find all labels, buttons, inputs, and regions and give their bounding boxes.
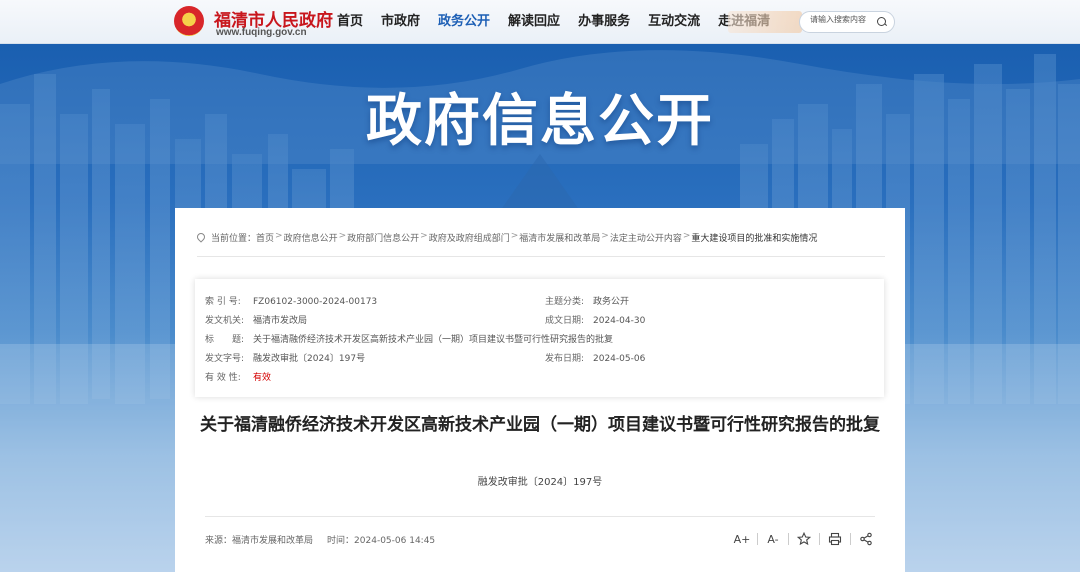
meta-index: 索 引 号: FZ06102-3000-2024-00173 — [205, 294, 377, 307]
breadcrumb-link[interactable]: 政府及政府组成部门 — [429, 231, 510, 244]
breadcrumb-separator: > — [338, 231, 347, 241]
article-tools: A+ A- — [733, 530, 875, 548]
breadcrumb: 当前位置： 首页 > 政府信息公开 > 政府部门信息公开 > 政府及政府组成部门 > 福清市发展… — [197, 231, 817, 244]
article-doc-number: 融发改审批〔2024〕197号 — [477, 477, 603, 488]
print-icon[interactable] — [826, 530, 844, 548]
breadcrumb-link[interactable]: 首页 — [256, 231, 274, 244]
search-input[interactable] — [810, 15, 874, 24]
article-footer: 来源：福清市发展和改革局 时间：2024-05-06 14:45 — [205, 533, 441, 546]
site-url[interactable]: www.fuqing.gov.cn — [216, 27, 307, 38]
search-box — [799, 11, 895, 33]
meta-topic-label: 主题分类: — [545, 297, 585, 307]
meta-topic: 主题分类: 政务公开 — [545, 294, 629, 307]
national-emblem-icon[interactable] — [174, 6, 204, 36]
font-decrease-icon[interactable]: A- — [764, 530, 782, 548]
search-icon[interactable] — [877, 17, 886, 26]
meta-index-value: FZ06102-3000-2024-00173 — [253, 297, 378, 307]
breadcrumb-separator: > — [601, 231, 609, 241]
location-icon — [197, 233, 205, 243]
tool-divider — [757, 533, 758, 545]
time-label: 时间： — [327, 536, 355, 546]
tool-divider — [819, 533, 820, 545]
banner-title: 政府信息公开 — [366, 89, 714, 154]
breadcrumb-link[interactable]: 政府信息公开 — [284, 231, 338, 244]
divider — [205, 516, 875, 517]
nav-item[interactable]: 首页 — [328, 0, 372, 43]
elder-mode-button[interactable] — [728, 11, 802, 33]
breadcrumb-separator: > — [275, 231, 283, 241]
nav-item[interactable]: 办事服务 — [569, 0, 639, 43]
nav-item[interactable]: 解读回应 — [499, 0, 569, 43]
breadcrumb-link[interactable]: 法定主动公开内容 — [610, 231, 682, 244]
meta-published-value: 2024-05-06 — [593, 354, 646, 364]
meta-published: 发布日期: 2024-05-06 — [545, 351, 645, 364]
breadcrumb-separator: > — [510, 231, 519, 241]
time-value: 2024-05-06 14:45 — [354, 536, 436, 546]
meta-issuer-value: 福清市发改局 — [253, 316, 308, 326]
breadcrumb-link[interactable]: 政府部门信息公开 — [347, 231, 419, 244]
breadcrumb-separator: > — [682, 231, 691, 241]
meta-docno-label: 发文字号: — [205, 354, 245, 364]
meta-validity: 有 效 性: 有效 — [205, 370, 271, 383]
breadcrumb-link[interactable]: 福清市发展和改革局 — [519, 231, 600, 244]
nav-item[interactable]: 政务公开 — [429, 0, 499, 43]
meta-title: 标 题: 关于福清融侨经济技术开发区高新技术产业园（一期）项目建议书暨可行性研究报… — [205, 332, 613, 345]
meta-validity-label: 有 效 性: — [205, 373, 241, 383]
share-icon[interactable] — [857, 530, 875, 548]
source-label: 来源： — [205, 536, 233, 546]
meta-validity-value: 有效 — [253, 373, 272, 383]
meta-topic-value: 政务公开 — [593, 297, 630, 307]
content-card: 当前位置： 首页 > 政府信息公开 > 政府部门信息公开 > 政府及政府组成部门 > 福清市发展… — [175, 208, 905, 572]
meta-created-label: 成文日期: — [545, 316, 585, 326]
meta-published-label: 发布日期: — [545, 354, 585, 364]
article-title: 关于福清融侨经济技术开发区高新技术产业园（一期）项目建议书暨可行性研究报告的批复 — [200, 415, 880, 435]
breadcrumb-separator: > — [420, 231, 428, 241]
meta-created-value: 2024-04-30 — [593, 316, 646, 326]
breadcrumb-prefix: 当前位置： — [211, 234, 257, 244]
source-value: 福清市发展和改革局 — [232, 536, 314, 546]
nav-item[interactable]: 互动交流 — [639, 0, 709, 43]
nav-item[interactable]: 市政府 — [372, 0, 429, 43]
top-header: 福清市人民政府 www.fuqing.gov.cn 首页 市政府 政务公开 解读回应办… — [0, 0, 1080, 44]
meta-title-label: 标 题: — [205, 335, 245, 345]
font-increase-icon[interactable]: A+ — [733, 530, 751, 548]
meta-index-label: 索 引 号: — [205, 297, 241, 307]
breadcrumb-link[interactable]: 重大建设项目的批准和实施情况 — [691, 231, 817, 244]
divider — [197, 256, 885, 257]
meta-title-value: 关于福清融侨经济技术开发区高新技术产业园（一期）项目建议书暨可行性研究报告的批复 — [253, 335, 614, 345]
star-icon[interactable] — [795, 530, 813, 548]
meta-issuer: 发文机关: 福清市发改局 — [205, 313, 307, 326]
main-nav: 首页市政府政务公开解读回应办事服务互动交流走进福清 — [328, 0, 779, 43]
meta-created: 成文日期: 2024-04-30 — [545, 313, 645, 326]
metadata-box: 索 引 号: FZ06102-3000-2024-00173 主题分类: 政务公开 … — [195, 279, 884, 397]
meta-docno-value: 融发改审批〔2024〕197号 — [253, 354, 366, 364]
tool-divider — [850, 533, 851, 545]
meta-docno: 发文字号: 融发改审批〔2024〕197号 — [205, 351, 365, 364]
font-increase-label: A+ — [733, 532, 751, 546]
tool-divider — [788, 533, 789, 545]
font-decrease-label: A- — [767, 532, 779, 546]
meta-issuer-label: 发文机关: — [205, 316, 245, 326]
